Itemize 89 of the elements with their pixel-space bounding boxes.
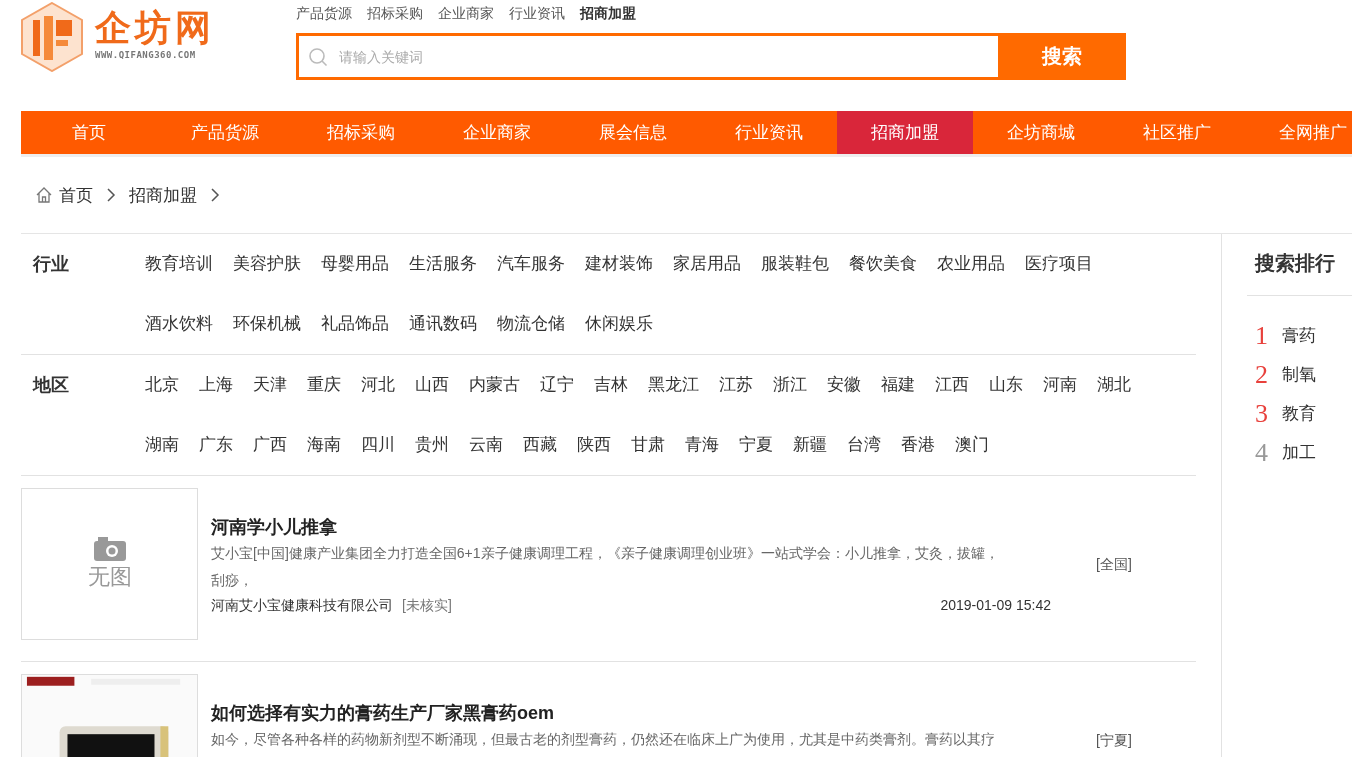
listing-region: [全国]	[1096, 556, 1132, 572]
filter-option[interactable]: 汽车服务	[497, 234, 565, 294]
listing-description: 如今，尽管各种各样的药物新剂型不断涌现，但最古老的剂型膏药，仍然还在临床上广为使用，尤其是中药类膏剂。膏药以其疗	[211, 730, 996, 749]
rank-number: 2	[1255, 359, 1269, 390]
sidebar-title: 搜索排行	[1247, 234, 1352, 296]
filter-option[interactable]: 湖北	[1097, 355, 1131, 415]
filter-option[interactable]: 医疗项目	[1025, 234, 1093, 294]
filter-option[interactable]: 海南	[307, 415, 341, 475]
filter-option[interactable]: 通讯数码	[409, 294, 477, 354]
top-link[interactable]: 企业商家	[438, 5, 494, 29]
filter-option[interactable]: 内蒙古	[469, 355, 520, 415]
filter-option[interactable]: 物流仓储	[497, 294, 565, 354]
filter-option[interactable]: 黑龙江	[648, 355, 699, 415]
filter-option[interactable]: 教育培训	[145, 234, 213, 294]
filter-option[interactable]: 河南	[1043, 355, 1077, 415]
company-name[interactable]: 河南艾小宝健康科技有限公司	[211, 594, 393, 616]
rank-term[interactable]: 教育	[1282, 402, 1316, 425]
filter-option[interactable]: 陕西	[577, 415, 611, 475]
filter-label: 行业	[33, 253, 70, 276]
filter-option[interactable]: 江西	[935, 355, 969, 415]
filter-option[interactable]: 四川	[361, 415, 395, 475]
listing-description: 艾小宝[中国]健康产业集团全力打造全国6+1亲子健康调理工程，《亲子健康调理创业班》一站式学会：小儿推拿，艾灸，拔罐，刮痧，	[211, 544, 1000, 590]
filter-option[interactable]: 新疆	[793, 415, 827, 475]
listing-region: [宁夏]	[1096, 732, 1132, 748]
filter-option[interactable]: 重庆	[307, 355, 341, 415]
camera-icon	[92, 536, 127, 562]
top-link[interactable]: 招商加盟	[580, 5, 636, 29]
filter-option[interactable]: 贵州	[415, 415, 449, 475]
filter-option[interactable]: 服装鞋包	[761, 234, 829, 294]
filter-option[interactable]: 西藏	[523, 415, 557, 475]
filter-option[interactable]: 辽宁	[540, 355, 574, 415]
filter-option[interactable]: 天津	[253, 355, 287, 415]
rank-number: 3	[1255, 398, 1269, 429]
filter-option[interactable]: 湖南	[145, 415, 179, 475]
filter-option[interactable]: 澳门	[955, 415, 989, 475]
search-icon	[308, 47, 328, 67]
filter-option[interactable]: 台湾	[847, 415, 881, 475]
chevron-icon	[105, 188, 117, 202]
filter-option[interactable]: 青海	[685, 415, 719, 475]
filter-option[interactable]: 上海	[199, 355, 233, 415]
filter-option[interactable]: 安徽	[827, 355, 861, 415]
filter-option[interactable]: 河北	[361, 355, 395, 415]
top-link[interactable]: 行业资讯	[509, 5, 565, 29]
filter-option[interactable]: 甘肃	[631, 415, 665, 475]
filter-option[interactable]: 酒水饮料	[145, 294, 213, 354]
filter-option[interactable]: 香港	[901, 415, 935, 475]
filter-option[interactable]: 山西	[415, 355, 449, 415]
filter-label: 地区	[33, 374, 70, 397]
chevron-icon	[209, 188, 221, 202]
filter-option[interactable]: 北京	[145, 355, 179, 415]
nav-item[interactable]: 招商加盟	[837, 111, 973, 154]
rank-number: 1	[1255, 320, 1269, 351]
filter-option[interactable]: 广西	[253, 415, 287, 475]
filter-option[interactable]: 广东	[199, 415, 233, 475]
home-icon	[35, 186, 53, 204]
breadcrumb-link[interactable]: 招商加盟	[129, 183, 197, 207]
rank-term[interactable]: 加工	[1282, 441, 1316, 464]
rank-term[interactable]: 制氧	[1282, 363, 1316, 386]
filter-option[interactable]: 山东	[989, 355, 1023, 415]
filter-option[interactable]: 建材装饰	[585, 234, 653, 294]
filter-option[interactable]: 生活服务	[409, 234, 477, 294]
filter-option[interactable]: 江苏	[719, 355, 753, 415]
rank-term[interactable]: 膏药	[1282, 324, 1316, 347]
listing-title[interactable]: 如何选择有实力的膏药生产厂家黑膏药oem	[211, 700, 1096, 726]
logo-icon	[21, 2, 83, 72]
filter-option[interactable]: 美容护肤	[233, 234, 301, 294]
breadcrumb-link[interactable]: 首页	[59, 183, 93, 207]
filter-option[interactable]: 吉林	[594, 355, 628, 415]
filter-option[interactable]: 宁夏	[739, 415, 773, 475]
filter-option[interactable]: 餐饮美食	[849, 234, 917, 294]
filter-option[interactable]: 农业用品	[937, 234, 1005, 294]
top-link[interactable]: 招标采购	[367, 5, 423, 29]
filter-option[interactable]: 福建	[881, 355, 915, 415]
listing-title[interactable]: 河南学小儿推拿	[211, 514, 1096, 540]
filter-option[interactable]: 休闲娱乐	[585, 294, 653, 354]
logo-url: WWW.QIFANG360.COM	[95, 50, 197, 60]
filter-option[interactable]: 礼品饰品	[321, 294, 389, 354]
filter-option[interactable]: 浙江	[773, 355, 807, 415]
filter-option[interactable]: 环保机械	[233, 294, 301, 354]
listing-date: 2019-01-09 15:42	[940, 596, 1051, 615]
filter-option[interactable]: 云南	[469, 415, 503, 475]
verification-status: [未核实]	[402, 596, 452, 615]
logo-name: 企坊网	[95, 6, 215, 50]
top-link[interactable]: 产品货源	[296, 5, 352, 29]
rank-number: 4	[1255, 437, 1269, 468]
search-field[interactable]: 请输入关键词	[296, 33, 998, 80]
filter-option[interactable]: 母婴用品	[321, 234, 389, 294]
no-image-label: 无图	[87, 563, 132, 591]
filter-option[interactable]: 家居用品	[673, 234, 741, 294]
